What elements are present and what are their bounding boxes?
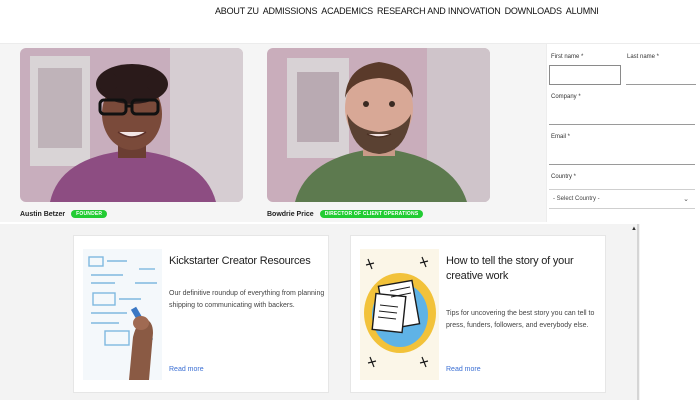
last-name-field[interactable] <box>626 65 696 85</box>
article-title[interactable]: Kickstarter Creator Resources <box>169 254 325 269</box>
nav-list: ABOUT ZU ADMISSIONS ACADEMICS RESEARCH A… <box>215 6 599 16</box>
nav-item-about[interactable]: ABOUT ZU <box>215 6 259 16</box>
country-select[interactable]: - Select Country - ⌄ <box>549 189 695 209</box>
first-name-field[interactable] <box>549 65 621 85</box>
team-member-photo <box>20 48 243 202</box>
team-member-card: Austin Betzer FOUNDER <box>20 48 243 218</box>
read-more-link[interactable]: Read more <box>446 366 481 373</box>
nav-item-research[interactable]: RESEARCH AND INNOVATION <box>377 6 501 16</box>
article-description: Tips for uncovering the best story you c… <box>446 310 595 329</box>
nav-item-academics[interactable]: ACADEMICS <box>321 6 373 16</box>
scroll-up-arrow-icon[interactable]: ▲ <box>631 226 637 232</box>
team-member-meta: Austin Betzer FOUNDER <box>20 210 108 218</box>
scrollbar[interactable] <box>637 224 639 400</box>
team-member-name: Bowdrie Price <box>267 210 314 218</box>
nav-item-alumni[interactable]: ALUMNI <box>566 6 599 16</box>
team-member-photo <box>267 48 490 202</box>
company-field[interactable] <box>549 105 695 125</box>
team-member-meta: Bowdrie Price DIRECTOR OF CLIENT OPERATI… <box>267 210 424 218</box>
team-member-role-badge: DIRECTOR OF CLIENT OPERATIONS <box>319 210 424 218</box>
company-label: Company * <box>551 94 581 100</box>
last-name-label: Last name * <box>627 54 660 60</box>
team-member-role-badge: FOUNDER <box>71 210 108 218</box>
chevron-down-icon: ⌄ <box>683 196 689 203</box>
email-label: Email * <box>551 134 571 140</box>
nav-item-admissions[interactable]: ADMISSIONS <box>263 6 318 16</box>
article-card[interactable]: How to tell the story of your creative w… <box>350 235 606 393</box>
top-navigation: ABOUT ZU ADMISSIONS ACADEMICS RESEARCH A… <box>0 0 700 44</box>
article-card[interactable]: Kickstarter Creator Resources Our defini… <box>73 235 329 393</box>
first-name-label: First name * <box>551 54 584 60</box>
article-thumbnail <box>360 249 439 380</box>
team-member-name: Austin Betzer <box>20 210 66 218</box>
country-select-value: - Select Country - <box>553 196 600 202</box>
read-more-link[interactable]: Read more <box>169 366 204 373</box>
country-label: Country * <box>551 174 577 180</box>
article-thumbnail <box>83 249 162 380</box>
team-member-card: Bowdrie Price DIRECTOR OF CLIENT OPERATI… <box>267 48 490 218</box>
nav-item-downloads[interactable]: DOWNLOADS <box>505 6 562 16</box>
article-title[interactable]: How to tell the story of your creative w… <box>446 254 602 284</box>
article-description: Our definitive roundup of everything fro… <box>169 290 325 309</box>
email-field[interactable] <box>549 145 695 165</box>
